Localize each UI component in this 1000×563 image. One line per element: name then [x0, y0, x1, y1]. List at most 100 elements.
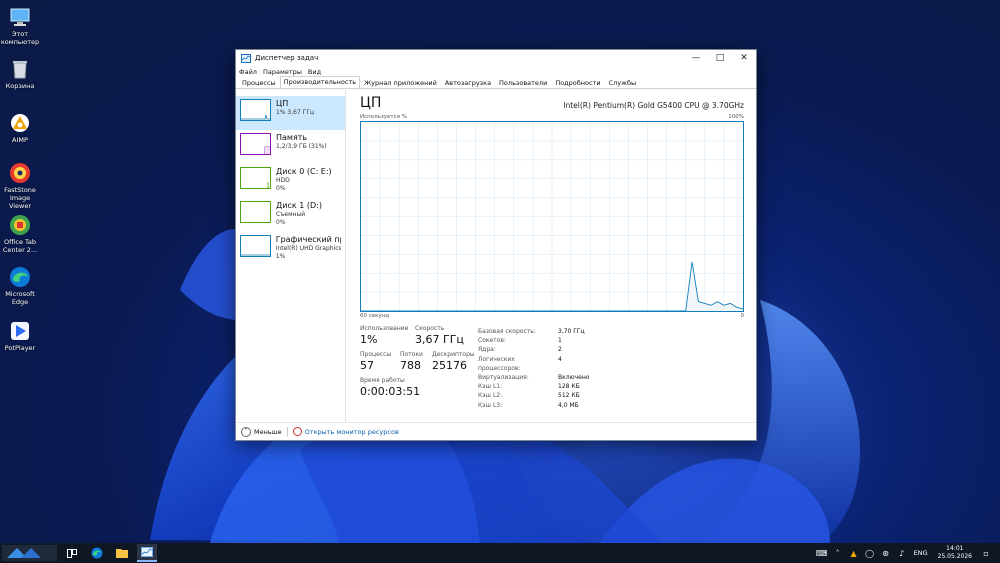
notification-icon[interactable]: ▫	[981, 548, 991, 558]
desktop-icon-label: Этот компьютер	[0, 30, 40, 46]
language-indicator[interactable]: ENG	[914, 549, 928, 557]
open-resource-monitor-link[interactable]: Открыть монитор ресурсов	[305, 428, 399, 436]
sidebar-item-detail: 1,2/3,9 ГБ (31%)	[276, 143, 327, 150]
sidebar-item-detail: 1% 3,67 ГГц	[276, 109, 315, 116]
menu-view[interactable]: Вид	[308, 68, 321, 76]
tab-startup[interactable]: Автозагрузка	[441, 77, 495, 88]
spec-row: Кэш L1: 128 КБ	[478, 383, 580, 391]
usage-stat-label: Использование	[360, 325, 409, 332]
aimp-tray-icon[interactable]: ▲	[849, 548, 859, 558]
cpu-stats: Использование 1% Скорость 3,67 ГГц Проце…	[360, 325, 744, 415]
cpu-specs: Базовая скорость: 3,70 ГГц Сокетов: 1 Ядра…	[478, 327, 589, 410]
menu-options[interactable]: Параметры	[263, 68, 302, 76]
computer-icon	[9, 6, 31, 28]
disk0-thumbnail	[240, 167, 271, 189]
desktop-icon-edge[interactable]: Microsoft Edge	[0, 266, 40, 306]
chevron-up-icon[interactable]: ˄	[241, 426, 251, 437]
tab-services[interactable]: Службы	[605, 77, 641, 88]
desktop-icon-aimp[interactable]: AIMP	[0, 112, 40, 144]
sidebar-item-disk1[interactable]: Диск 1 (D:) Съемный 0%	[236, 198, 345, 232]
volume-icon[interactable]: ♪	[897, 548, 907, 558]
task-manager-taskbar-icon[interactable]	[137, 544, 157, 562]
menu-file[interactable]: Файл	[239, 68, 257, 76]
sidebar-item-usage: 0%	[276, 219, 286, 226]
close-button[interactable]: ✕	[732, 50, 756, 66]
sidebar-item-detail: Съемный	[276, 211, 306, 218]
memory-thumbnail	[240, 133, 271, 155]
sidebar-item-label: Графический про	[275, 235, 341, 244]
speed-stat-label: Скорость	[415, 325, 445, 332]
sidebar-item-usage: 0%	[276, 185, 286, 192]
minimize-button[interactable]: —	[684, 50, 708, 66]
desktop-icon-computer[interactable]: Этот компьютер	[0, 6, 40, 46]
task-view-icon[interactable]	[62, 544, 82, 562]
clock-time: 14:01	[946, 545, 964, 552]
tab-processes[interactable]: Процессы	[238, 77, 280, 88]
sidebar-item-label: Диск 0 (C: E:)	[276, 167, 332, 176]
spec-row: Виртуализация: Включено	[478, 374, 590, 382]
threads-stat-value: 788	[400, 359, 421, 372]
edge-taskbar-icon[interactable]	[87, 544, 107, 562]
sidebar-item-cpu[interactable]: ЦП 1% 3,67 ГГц	[236, 96, 345, 130]
desktop-icon-label: Office Tab Center 2...	[2, 238, 38, 254]
cpu-panel: ЦП Intel(R) Pentium(R) Gold G5400 CPU @ …	[346, 90, 756, 422]
uptime-stat-value: 0:00:03:51	[360, 385, 421, 398]
gpu-thumbnail	[240, 235, 271, 257]
tab-strip: Процессы Производительность Журнал прило…	[236, 76, 756, 89]
tab-details[interactable]: Подробности	[551, 77, 604, 88]
uptime-stat-label: Время работы	[360, 377, 405, 384]
aimp-icon	[9, 112, 31, 134]
handles-stat-label: Дескрипторы	[432, 351, 475, 358]
desktop-icon-potplayer[interactable]: PotPlayer	[0, 320, 40, 352]
sidebar-item-memory[interactable]: Память 1,2/3,9 ГБ (31%)	[236, 130, 345, 164]
desktop-icon-office-tab[interactable]: Office Tab Center 2...	[0, 214, 40, 254]
desktop-icon-recycle-bin[interactable]: Корзина	[0, 58, 40, 90]
sidebar-item-label: Диск 1 (D:)	[276, 201, 322, 210]
system-tray: ⌨ ˄ ▲ ◯ ⊛ ♪ ENG 14:01 25.05.2026 ▫	[814, 543, 994, 563]
faststone-icon	[9, 162, 31, 184]
spec-row: Ядра: 2	[478, 346, 562, 354]
handles-stat-value: 25176	[432, 359, 467, 372]
edge-icon	[9, 266, 31, 288]
clock-date: 25.05.2026	[937, 553, 972, 560]
maximize-button[interactable]: □	[708, 50, 732, 66]
title-bar[interactable]: Диспетчер задач — □ ✕	[236, 50, 756, 66]
network-icon[interactable]: ⊛	[881, 548, 891, 558]
spec-row: Кэш L2: 512 КБ	[478, 392, 580, 400]
usage-axis-label: Используется %	[360, 114, 407, 120]
desktop-icon-label: FastStone Image Viewer	[4, 186, 36, 210]
min-axis-label: 0	[740, 313, 745, 319]
cpu-thumbnail	[240, 99, 271, 121]
processes-stat-value: 57	[360, 359, 374, 372]
sidebar-item-label: ЦП	[276, 99, 289, 108]
start-button[interactable]	[2, 545, 57, 561]
sidebar-item-detail: HDD	[276, 177, 290, 184]
speed-stat-value: 3,67 ГГц	[415, 333, 464, 346]
desktop-icon-faststone[interactable]: FastStone Image Viewer	[0, 162, 40, 210]
file-explorer-icon[interactable]	[112, 544, 132, 562]
keyboard-icon[interactable]: ⌨	[816, 548, 828, 558]
fewer-details-button[interactable]: Меньше	[254, 428, 282, 436]
potplayer-icon	[9, 320, 31, 342]
cpu-usage-graph	[360, 121, 744, 312]
sidebar-item-gpu[interactable]: Графический про Intel(R) UHD Graphics 6 …	[236, 232, 345, 266]
task-manager-window: Диспетчер задач — □ ✕ Файл Параметры Вид…	[235, 49, 757, 441]
clock[interactable]: 14:01 25.05.2026	[938, 545, 972, 561]
tab-app-history[interactable]: Журнал приложений	[360, 77, 441, 88]
tab-performance[interactable]: Производительность	[279, 76, 361, 88]
sidebar-item-label: Память	[276, 133, 308, 142]
tab-users[interactable]: Пользователи	[495, 77, 551, 88]
window-title: Диспетчер задач	[255, 54, 319, 62]
divider	[286, 426, 288, 437]
recycle-bin-icon	[9, 58, 31, 80]
time-axis-label: 60 секунд	[360, 313, 390, 319]
resource-monitor-icon	[292, 427, 302, 436]
task-manager-icon	[241, 53, 251, 63]
chevron-up-icon[interactable]: ˄	[833, 548, 843, 558]
sidebar-item-usage: 1%	[275, 253, 286, 260]
cpu-model: Intel(R) Pentium(R) Gold G5400 CPU @ 3.7…	[563, 101, 744, 110]
taskbar: ⌨ ˄ ▲ ◯ ⊛ ♪ ENG 14:01 25.05.2026 ▫	[0, 543, 1000, 563]
desktop-icon-label: Microsoft Edge	[5, 290, 35, 306]
usb-icon[interactable]: ◯	[865, 548, 875, 558]
sidebar-item-disk0[interactable]: Диск 0 (C: E:) HDD 0%	[236, 164, 345, 198]
